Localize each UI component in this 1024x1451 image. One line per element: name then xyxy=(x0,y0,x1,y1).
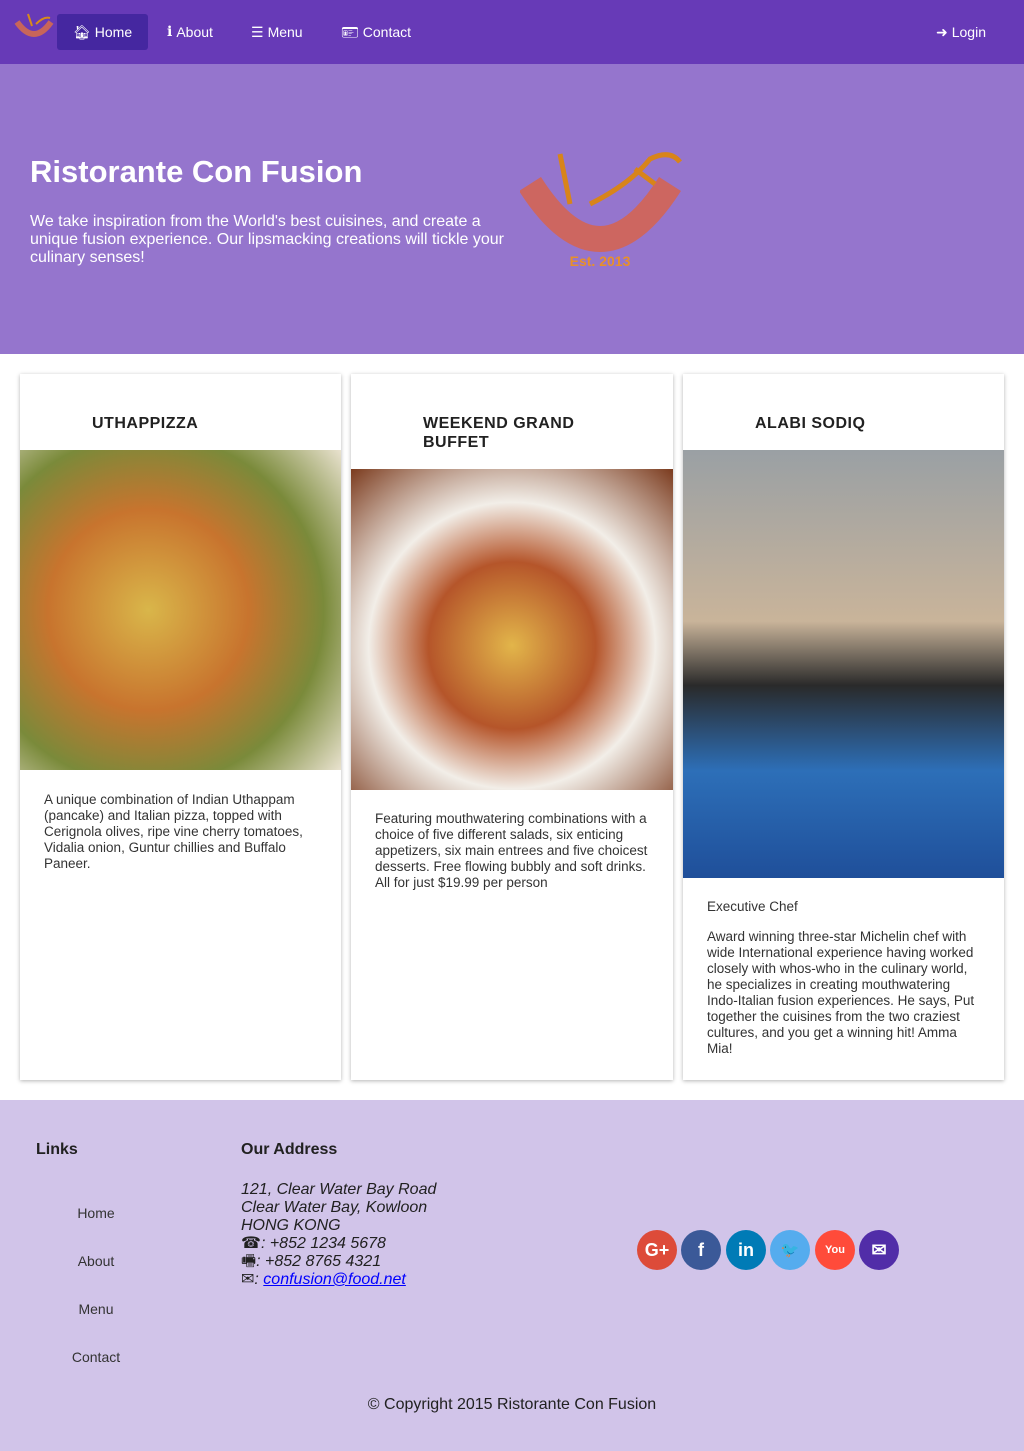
card-text: Award winning three-star Michelin chef w… xyxy=(707,929,975,1056)
list-icon: ☰ xyxy=(251,24,264,40)
links-heading: Links xyxy=(36,1141,78,1158)
facebook-icon[interactable]: f xyxy=(681,1230,721,1270)
footer-link-about[interactable]: About xyxy=(60,1253,132,1269)
address-heading: Our Address xyxy=(241,1141,338,1158)
nav-about[interactable]: i About xyxy=(151,14,229,50)
footer-link-contact[interactable]: Contact xyxy=(60,1349,132,1365)
address: 121, Clear Water Bay Road Clear Water Ba… xyxy=(241,1181,436,1289)
copyright: © Copyright 2015 Ristorante Con Fusion xyxy=(367,1396,657,1413)
nav-menu[interactable]: ☰ Menu xyxy=(235,14,319,50)
youtube-icon[interactable]: You xyxy=(815,1230,855,1270)
phone-icon: ☎ xyxy=(241,1235,261,1252)
envelope-icon: ✉ xyxy=(241,1271,255,1288)
twitter-icon[interactable]: 🐦 xyxy=(770,1230,810,1270)
fax-icon: 🖷 xyxy=(241,1253,257,1270)
nav-home[interactable]: 🏠︎ Home xyxy=(57,14,149,50)
chef-image xyxy=(683,450,1004,878)
hero-text: We take inspiration from the World's bes… xyxy=(30,213,504,266)
email: ✉: confusion@food.net xyxy=(241,1271,436,1289)
address-card-icon: 🪪︎ xyxy=(341,24,359,40)
phone-number: : +852 1234 5678 xyxy=(260,1235,386,1252)
google-plus-icon[interactable]: G+ xyxy=(637,1230,677,1270)
card-promotion: WEEKEND GRAND BUFFET Featuring mouthwate… xyxy=(351,374,673,1080)
home-icon: 🏠︎ xyxy=(73,24,91,40)
nav-contact[interactable]: 🪪︎ Contact xyxy=(325,14,427,50)
restaurant-logo: Est. 2013 xyxy=(520,152,682,269)
linkedin-icon[interactable]: in xyxy=(726,1230,766,1270)
email-sep: : xyxy=(254,1271,264,1288)
logo-est: Est. 2013 xyxy=(570,253,631,269)
footer-link-menu[interactable]: Menu xyxy=(60,1301,132,1317)
footer: Links Home About Menu Contact Our Addres… xyxy=(0,1100,1024,1451)
navbar: 🏠︎ Home i About ☰ Menu 🪪︎ Contact ➜ Login xyxy=(0,0,1024,64)
pizza-image xyxy=(20,450,341,770)
card-dish: UTHAPPIZZA A unique combination of India… xyxy=(20,374,341,1080)
card-title: WEEKEND GRAND BUFFET xyxy=(423,415,575,451)
fax: 🖷: +852 8765 4321 xyxy=(241,1253,436,1271)
hero-jumbotron: Ristorante Con Fusion We take inspiratio… xyxy=(0,64,1024,354)
info-icon: i xyxy=(167,24,173,40)
fax-number: : +852 8765 4321 xyxy=(256,1253,382,1270)
footer-link-home[interactable]: Home xyxy=(60,1205,132,1221)
login-button[interactable]: ➜ Login xyxy=(920,14,1002,50)
hero-title: Ristorante Con Fusion xyxy=(30,154,363,189)
phone: ☎: +852 1234 5678 xyxy=(241,1235,436,1253)
card-text: Featuring mouthwatering combinations wit… xyxy=(375,811,648,890)
mail-icon[interactable]: ✉ xyxy=(859,1230,899,1270)
card-subtitle: Executive Chef xyxy=(707,899,798,914)
card-title: ALABI SODIQ xyxy=(755,415,866,432)
card-leader: ALABI SODIQ Executive Chef Award winning… xyxy=(683,374,1004,1080)
card-title: UTHAPPIZZA xyxy=(92,415,199,432)
sign-in-icon: ➜ xyxy=(936,24,948,40)
brand-logo[interactable] xyxy=(14,12,54,44)
card-text: A unique combination of Indian Uthappam … xyxy=(44,792,303,871)
address-line: HONG KONG xyxy=(241,1217,341,1234)
email-link[interactable]: confusion@food.net xyxy=(263,1271,406,1288)
address-line: 121, Clear Water Bay Road xyxy=(241,1181,437,1198)
address-line: Clear Water Bay, Kowloon xyxy=(241,1199,428,1216)
buffet-image xyxy=(351,469,673,790)
